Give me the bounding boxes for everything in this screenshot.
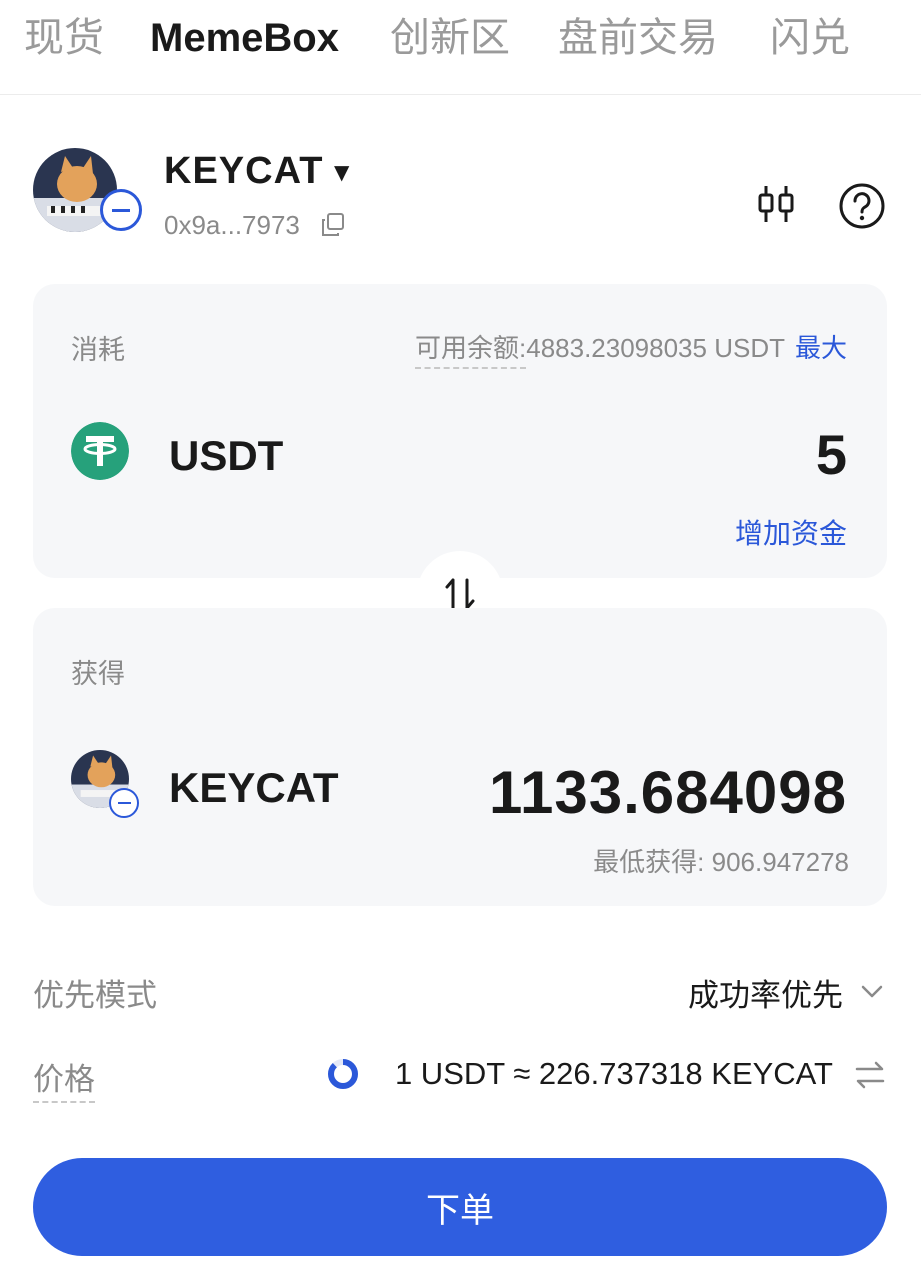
chevron-down-icon[interactable] — [859, 978, 885, 1004]
exchange-rate: 1 USDT ≈ 226.737318 KEYCAT — [394, 1056, 833, 1091]
pay-label: 消耗 — [71, 335, 125, 366]
dropdown-caret-icon[interactable]: ▼ — [334, 160, 349, 184]
tab-innovation[interactable]: 创新区 — [390, 14, 510, 62]
balance-value: 4883.23098035 USDT — [526, 333, 785, 363]
min-receive-label: 最低获得: — [593, 847, 712, 877]
max-button[interactable]: 最大 — [795, 334, 847, 364]
swap-arrows-icon — [445, 578, 475, 610]
token-name[interactable]: KEYCAT — [164, 150, 323, 193]
minimum-received: 最低获得: 906.947278 — [593, 842, 849, 879]
tab-spot[interactable]: 现货 — [24, 14, 104, 62]
receive-coin-name[interactable]: KEYCAT — [169, 764, 339, 812]
priority-mode-select[interactable]: 成功率优先 — [688, 970, 843, 1015]
chain-badge-icon — [100, 189, 142, 231]
usdt-icon — [71, 422, 129, 480]
min-receive-value: 906.947278 — [711, 847, 849, 877]
add-funds-link[interactable]: 增加资金 — [735, 512, 847, 552]
candlestick-chart-icon[interactable] — [754, 182, 798, 226]
place-order-button[interactable]: 下单 — [33, 1158, 887, 1256]
receive-amount: 1133.684098 — [488, 759, 847, 826]
pay-coin-name[interactable]: USDT — [169, 432, 283, 480]
chain-badge-small-icon — [109, 788, 139, 818]
tab-premarket[interactable]: 盘前交易 — [558, 14, 718, 62]
priority-mode-label: 优先模式 — [33, 978, 157, 1014]
tab-memebox[interactable]: MemeBox — [150, 14, 339, 62]
pay-card: 消耗 可用余额:4883.23098035 USDT 最大 USDT 5 增加资金 — [33, 284, 887, 578]
invert-rate-icon[interactable] — [853, 1058, 887, 1092]
pay-amount-input[interactable]: 5 — [816, 422, 847, 487]
balance-label: 可用余额: — [415, 333, 527, 369]
receive-label: 获得 — [71, 659, 125, 690]
token-address: 0x9a...7973 — [164, 210, 300, 240]
copy-icon[interactable] — [320, 212, 346, 238]
help-icon[interactable] — [838, 182, 886, 230]
refresh-countdown-icon — [328, 1059, 358, 1089]
available-balance: 可用余额:4883.23098035 USDT 最大 — [415, 328, 847, 369]
receive-card: 获得 KEYCAT 1133.684098 最低获得: 906.947278 — [33, 608, 887, 906]
price-label: 价格 — [33, 1054, 95, 1103]
tab-flash-swap[interactable]: 闪兑 — [770, 14, 850, 62]
top-tab-bar: 现货 MemeBox 创新区 盘前交易 闪兑 — [0, 0, 921, 95]
